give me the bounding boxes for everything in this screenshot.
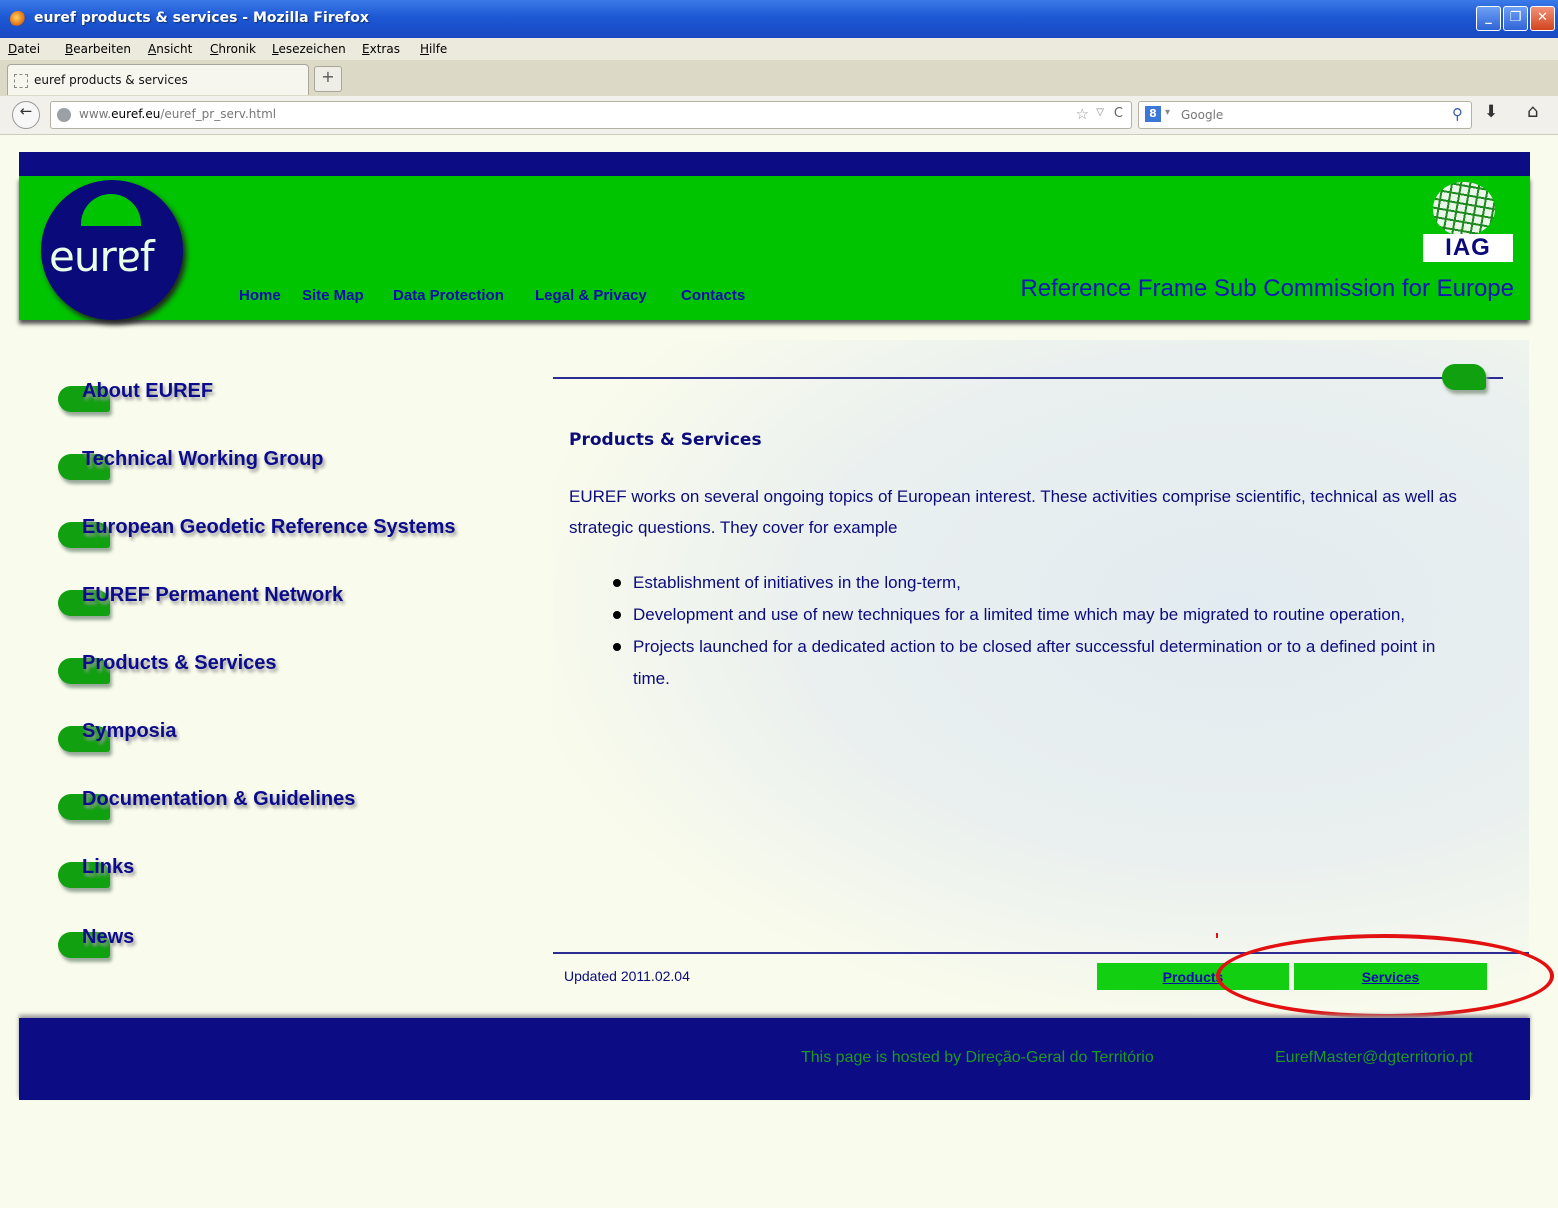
updated-date: Updated 2011.02.04 xyxy=(564,968,690,984)
divider-blob-icon xyxy=(1442,364,1486,390)
logo-text: eurɐf xyxy=(49,232,155,281)
page-header: eurɐf Home Site Map Data Protection Lega… xyxy=(19,176,1530,320)
url-dropdown-icon[interactable]: ▽ xyxy=(1096,107,1104,118)
search-icon[interactable]: ⚲ xyxy=(1452,105,1463,123)
restore-button[interactable]: ❐ xyxy=(1503,6,1528,31)
page-title: Products & Services xyxy=(569,430,762,450)
nav-contacts[interactable]: Contacts xyxy=(681,287,745,304)
header-top-stripe xyxy=(19,152,1530,176)
back-button[interactable]: ← xyxy=(12,101,40,129)
iag-globe-icon xyxy=(1433,182,1495,236)
nav-legal-privacy[interactable]: Legal & Privacy xyxy=(535,287,647,304)
url-text[interactable]: www.euref.eu/euref_pr_serv.html xyxy=(79,107,276,121)
menu-extras[interactable]: Extras xyxy=(362,42,400,56)
tab-bar: euref products & services + xyxy=(0,60,1558,96)
topic-list: Establishment of initiatives in the long… xyxy=(613,567,1463,695)
menu-lesezeichen[interactable]: Lesezeichen xyxy=(272,42,346,56)
intro-paragraph: EUREF works on several ongoing topics of… xyxy=(569,487,1457,537)
iag-logo[interactable]: IAG xyxy=(1421,176,1515,264)
menu-chronik[interactable]: Chronik xyxy=(210,42,256,56)
iag-text: IAG xyxy=(1423,234,1513,262)
nav-data-protection[interactable]: Data Protection xyxy=(393,287,504,304)
navigation-bar: ← www.euref.eu/euref_pr_serv.html ☆ ▽ C … xyxy=(0,96,1558,135)
tab-euref[interactable]: euref products & services xyxy=(7,64,309,95)
menu-bearbeiten[interactable]: Bearbeiten xyxy=(65,42,131,56)
menu-bar: Datei Bearbeiten Ansicht Chronik Lesezei… xyxy=(0,38,1558,60)
sidebar-item-label[interactable]: European Geodetic Reference Systems xyxy=(82,516,455,539)
search-input[interactable]: Google xyxy=(1181,108,1223,122)
page-footer: This page is hosted by Direção-Geral do … xyxy=(19,1018,1530,1100)
star-icon[interactable]: ☆ xyxy=(1076,105,1089,123)
footer-email-link[interactable]: EurefMaster@dgterritorio.pt xyxy=(1275,1049,1473,1067)
url-bar[interactable]: www.euref.eu/euref_pr_serv.html ☆ ▽ C xyxy=(50,101,1132,129)
search-bar[interactable]: 8 ▾ Google ⚲ xyxy=(1138,101,1472,129)
header-tagline: Reference Frame Sub Commission for Europ… xyxy=(1020,275,1514,302)
sidebar-item-label[interactable]: About EUREF xyxy=(82,380,213,403)
firefox-icon xyxy=(10,11,26,27)
sidebar-item-label[interactable]: Technical Working Group xyxy=(82,448,324,471)
sidebar-item-label[interactable]: EUREF Permanent Network xyxy=(82,584,343,607)
minimize-button[interactable]: _ xyxy=(1476,6,1501,31)
tab-label: euref products & services xyxy=(34,73,188,87)
list-item: Projects launched for a dedicated action… xyxy=(613,631,1463,695)
list-item: Development and use of new techniques fo… xyxy=(613,599,1463,631)
search-engine-dropdown-icon[interactable]: ▾ xyxy=(1165,107,1170,118)
annotation-circle xyxy=(1216,934,1554,1018)
new-tab-button[interactable]: + xyxy=(314,66,342,92)
window-title: euref products & services - Mozilla Fire… xyxy=(34,10,369,26)
globe-icon xyxy=(57,108,71,122)
nav-site-map[interactable]: Site Map xyxy=(302,287,364,304)
home-icon[interactable]: ⌂ xyxy=(1527,101,1538,122)
window-titlebar: euref products & services - Mozilla Fire… xyxy=(0,0,1558,38)
sidebar-item-label[interactable]: Documentation & Guidelines xyxy=(82,788,355,811)
footer-host-text: This page is hosted by Direção-Geral do … xyxy=(801,1049,1154,1066)
close-button[interactable]: ✕ xyxy=(1530,6,1555,31)
annotation-mark xyxy=(1216,933,1218,938)
logo-dome xyxy=(81,194,141,226)
reload-icon[interactable]: C xyxy=(1114,106,1123,121)
nav-home[interactable]: Home xyxy=(239,287,281,304)
menu-hilfe[interactable]: Hilfe xyxy=(420,42,447,56)
sidebar-item-label[interactable]: Symposia xyxy=(82,720,176,743)
sidebar-item-label[interactable]: Products & Services xyxy=(82,652,277,675)
sidebar-item-label[interactable]: News xyxy=(82,926,134,949)
download-icon[interactable]: ⬇ xyxy=(1484,102,1498,122)
menu-ansicht[interactable]: Ansicht xyxy=(148,42,192,56)
menu-datei[interactable]: Datei xyxy=(8,42,40,56)
list-item: Establishment of initiatives in the long… xyxy=(613,567,1463,599)
google-icon[interactable]: 8 xyxy=(1145,106,1161,122)
sidebar-item-label[interactable]: Links xyxy=(82,856,134,879)
content-divider-top xyxy=(553,377,1503,379)
page-favicon-icon xyxy=(14,74,28,88)
euref-logo[interactable]: eurɐf xyxy=(41,180,183,320)
